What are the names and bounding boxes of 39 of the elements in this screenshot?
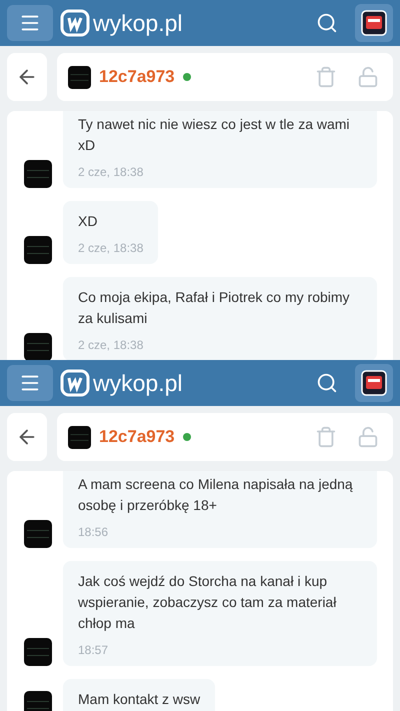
back-button[interactable] xyxy=(7,53,47,101)
search-icon xyxy=(316,372,338,394)
unlock-icon xyxy=(357,426,379,448)
message-text: Mam kontakt z wsw xyxy=(78,690,200,709)
message-text: XD xyxy=(78,212,98,231)
avatar-icon xyxy=(24,333,52,360)
username[interactable]: 12c7a973 xyxy=(99,64,175,90)
message-time: 2 cze, 18:38 xyxy=(78,165,144,179)
avatar-icon xyxy=(24,691,52,711)
avatar-icon xyxy=(68,66,91,88)
profile-button[interactable] xyxy=(355,364,393,402)
delete-icon xyxy=(315,66,337,88)
profile-avatar-icon xyxy=(361,10,387,36)
logo-text: wykop.pl xyxy=(93,12,182,34)
avatar-icon xyxy=(24,520,52,548)
avatar-icon xyxy=(68,426,91,448)
message-time: 18:57 xyxy=(78,643,110,657)
username[interactable]: 12c7a973 xyxy=(99,424,175,450)
logo-icon xyxy=(60,369,90,397)
message-time: 2 cze, 18:38 xyxy=(78,241,144,255)
message-time: 2 cze, 18:38 xyxy=(78,338,144,352)
logo-icon xyxy=(60,9,90,37)
profile-button[interactable] xyxy=(355,4,393,42)
message-text: Jak coś wejdź do Storcha na kanał i kup wspieranie, zobaczysz co tam za materiał chłop ma xyxy=(78,572,338,633)
search-icon xyxy=(316,12,338,34)
profile-avatar-icon xyxy=(361,370,387,396)
delete-icon xyxy=(315,426,337,448)
avatar-icon xyxy=(24,236,52,264)
avatar-icon xyxy=(24,638,52,666)
message-text: A mam screena co Milena napisała na jedną osobę i przeróbkę 18+ xyxy=(78,475,354,515)
back-button[interactable] xyxy=(7,413,47,461)
menu-button[interactable] xyxy=(7,5,53,41)
message-time: 18:56 xyxy=(78,525,110,539)
avatar-icon xyxy=(24,160,52,188)
message-text: Co moja ekipa, Rafał i Piotrek co my robimy za kulisami xyxy=(78,288,351,328)
message-text: Ty nawet nic nie wiesz co jest w tle za wami xD xyxy=(78,115,351,155)
unlock-icon xyxy=(357,66,379,88)
menu-button[interactable] xyxy=(7,365,53,401)
logo-text: wykop.pl xyxy=(93,372,182,394)
